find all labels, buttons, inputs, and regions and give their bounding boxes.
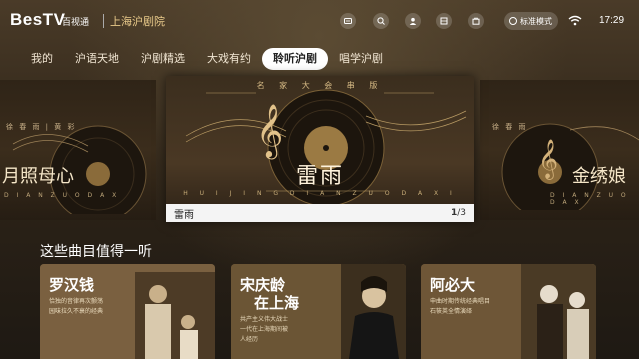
carousel-left-card[interactable]: 徐 春 雨 | 黄 彩 月照母心 D I A N Z U O D A X <box>0 80 156 220</box>
svg-text:𝄞: 𝄞 <box>538 139 558 180</box>
tab-learn-singing[interactable]: 唱学沪剧 <box>328 48 394 70</box>
bag-icon[interactable] <box>468 13 484 29</box>
carousel-main-card[interactable]: 名 家 大 会 串 版 𝄞 雷雨 H U I J I N G D I A N Z… <box>166 76 474 222</box>
card-desc-line: 共产主义伟大战士 <box>240 316 289 323</box>
recommend-card[interactable]: 罗汉钱 恰独的音律再次颤荡 园味拉久不衰的经典 <box>40 264 215 359</box>
right-card-title: 金绣娘 <box>572 166 626 187</box>
tab-selected-opera[interactable]: 沪剧精选 <box>130 48 196 70</box>
recommend-card[interactable]: 宋庆龄 在上海 共产主义伟大战士 一代在上海期间被 人经历 <box>231 264 406 359</box>
tab-hu-dialect[interactable]: 沪语天地 <box>64 48 130 70</box>
logo-divider <box>103 14 104 28</box>
card-desc-line: 人经历 <box>240 336 259 343</box>
search-icon[interactable] <box>373 13 389 29</box>
carousel-page-indicator: 1/3 <box>451 208 466 218</box>
top-bar: BesTV 百视通 上海沪剧院 标准模式 17:29 <box>0 0 639 42</box>
brand-logo: 上海沪剧院 <box>110 15 165 28</box>
mode-button[interactable]: 标准模式 <box>504 12 558 30</box>
main-card-pinyin: H U I J I N G D I A N Z U O D A X I <box>183 190 457 197</box>
card-title: 罗汉钱 <box>49 276 95 294</box>
left-card-pinyin: D I A N Z U O D A X <box>4 192 120 199</box>
card-desc-line: 申曲时期传统经典唱目 <box>430 298 491 305</box>
tab-mine[interactable]: 我的 <box>20 48 64 70</box>
wifi-icon <box>568 15 582 26</box>
recommend-card[interactable]: 阿必大 申曲时期传统经典唱目 石筱英全情演绎 <box>421 264 596 359</box>
card-title: 阿必大 <box>430 276 476 294</box>
carousel-caption-title: 雷雨 <box>174 209 194 221</box>
page-total: /3 <box>457 208 466 218</box>
clock: 17:29 <box>599 15 625 26</box>
card-desc-line: 石筱英全情演绎 <box>430 308 473 315</box>
right-card-pinyin: D I A N Z U O D A X <box>550 192 629 206</box>
mode-label: 标准模式 <box>520 16 552 26</box>
card-title-line2: 在上海 <box>254 294 300 312</box>
card-title-line1: 宋庆龄 <box>240 276 286 294</box>
bestv-logo-sub: 百视通 <box>62 18 90 28</box>
section-title: 这些曲目值得一听 <box>40 244 152 260</box>
carousel-caption: 雷雨 1/3 <box>166 204 474 222</box>
bestv-logo: BesTV <box>10 10 66 29</box>
card-title: 宋庆龄 在上海 <box>240 276 299 312</box>
tab-listen-opera[interactable]: 聆听沪剧 <box>262 48 328 70</box>
carousel-right-card[interactable]: 徐 春 雨 𝄞 金绣娘 D I A N Z U O D A X <box>480 80 639 220</box>
message-icon[interactable] <box>340 13 356 29</box>
main-card-title: 雷雨 <box>295 164 344 189</box>
vinyl-record-illustration: 𝄞 <box>185 89 467 207</box>
card-desc-line: 园味拉久不衰的经典 <box>49 308 104 315</box>
tab-big-show[interactable]: 大戏有约 <box>196 48 262 70</box>
tab-bar: 我的 沪语天地 沪剧精选 大戏有约 聆听沪剧 唱学沪剧 <box>20 47 394 71</box>
card-desc-line: 一代在上海期间被 <box>240 326 289 333</box>
mode-icon <box>509 17 517 25</box>
user-icon[interactable] <box>405 13 421 29</box>
card-desc-line: 恰独的音律再次颤荡 <box>49 298 104 305</box>
cube-icon[interactable] <box>436 13 452 29</box>
svg-text:𝄞: 𝄞 <box>256 103 283 159</box>
left-card-title: 月照母心 <box>2 166 74 187</box>
